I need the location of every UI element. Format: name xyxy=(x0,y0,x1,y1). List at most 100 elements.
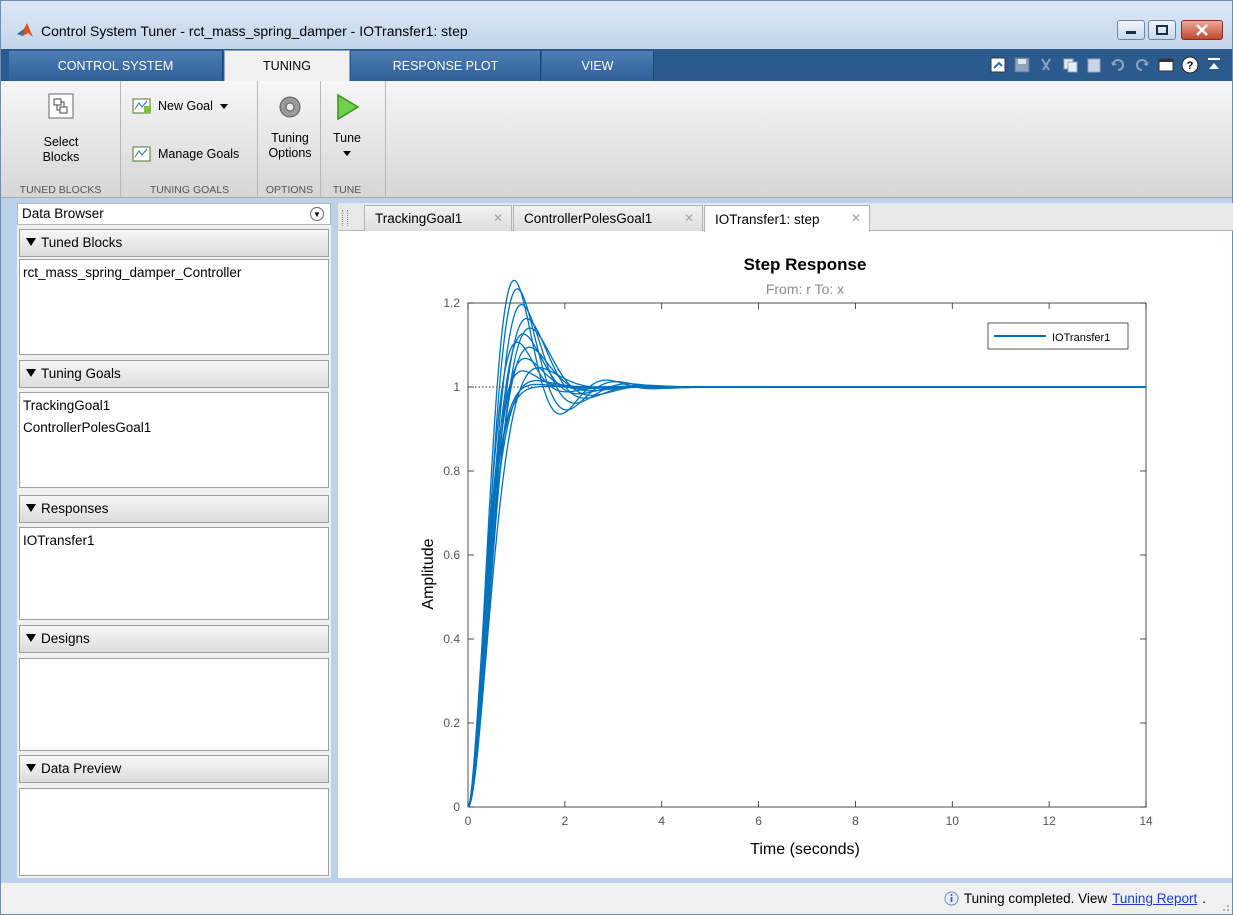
step-response-plot[interactable]: Step Response From: r To: x 0 2 4 6 8 10 12 140… xyxy=(338,231,1233,876)
tune-dropdown-icon xyxy=(343,151,351,156)
svg-text:?: ? xyxy=(1187,60,1194,72)
list-item[interactable]: IOTransfer1 xyxy=(23,530,325,552)
plot-subtitle: From: r To: x xyxy=(766,281,844,297)
help-icon[interactable]: ? xyxy=(1178,53,1202,77)
paste-icon[interactable] xyxy=(1082,53,1106,77)
x-tick-label: 2 xyxy=(562,814,569,828)
select-blocks-label-2: Blocks xyxy=(42,150,80,164)
redo-icon[interactable] xyxy=(1130,53,1154,77)
close-icon xyxy=(1196,24,1208,36)
section-responses[interactable]: Responses xyxy=(19,495,329,523)
browser-menu-icon[interactable]: ▼ xyxy=(310,207,324,221)
select-blocks-button[interactable]: Select Blocks xyxy=(21,93,101,165)
new-goal-button[interactable]: New Goal xyxy=(132,97,229,115)
tuning-options-label-1: Tuning xyxy=(271,131,309,145)
x-tick-label: 12 xyxy=(1042,814,1056,828)
close-button[interactable] xyxy=(1181,20,1223,40)
tab-control-system[interactable]: CONTROL SYSTEM xyxy=(9,51,223,81)
y-axis-label: Amplitude xyxy=(420,538,437,609)
doc-tab-label: ControllerPolesGoal1 xyxy=(524,211,653,226)
group-tuning-goals: New Goal Manage Goals TUNING GOALS xyxy=(122,81,258,198)
info-icon xyxy=(944,891,959,906)
doc-tab-trackinggoal1[interactable]: TrackingGoal1 ✕ xyxy=(364,205,512,231)
y-tick-label: 0.2 xyxy=(443,716,460,730)
x-tick-label: 8 xyxy=(852,814,859,828)
doc-tab-iotransfer1-step[interactable]: IOTransfer1: step ✕ xyxy=(704,205,870,232)
list-item[interactable]: rct_mass_spring_damper_Controller xyxy=(23,262,325,284)
status-message: Tuning completed. View Tuning Report. xyxy=(944,891,1206,906)
collapse-triangle-icon xyxy=(26,504,36,512)
layout-icon[interactable] xyxy=(1154,53,1178,77)
section-tuned-blocks[interactable]: Tuned Blocks xyxy=(19,229,329,257)
group-label-tune: TUNE xyxy=(332,184,362,196)
app-window: Control System Tuner - rct_mass_spring_d… xyxy=(0,0,1233,915)
doc-tab-controllerpolesgoal1[interactable]: ControllerPolesGoal1 ✕ xyxy=(513,205,703,231)
close-tab-icon[interactable]: ✕ xyxy=(851,211,861,225)
list-item[interactable]: TrackingGoal1 xyxy=(23,395,325,417)
tab-grip-icon xyxy=(342,210,348,226)
export-icon[interactable] xyxy=(986,53,1010,77)
document-area: TrackingGoal1 ✕ ControllerPolesGoal1 ✕ I… xyxy=(337,203,1233,878)
resize-grip-icon[interactable] xyxy=(1218,900,1230,912)
collapse-triangle-icon xyxy=(26,238,36,246)
y-tick-label: 1 xyxy=(453,380,460,394)
collapse-triangle-icon xyxy=(26,634,36,642)
tuning-report-link[interactable]: Tuning Report xyxy=(1112,891,1197,906)
plot-area xyxy=(467,302,1147,808)
section-tuning-goals[interactable]: Tuning Goals xyxy=(19,360,329,388)
list-item[interactable]: ControllerPolesGoal1 xyxy=(23,417,325,439)
x-axis-label: Time (seconds) xyxy=(750,841,860,858)
minimize-button[interactable] xyxy=(1117,20,1145,40)
collapse-triangle-icon xyxy=(26,764,36,772)
tune-button[interactable]: Tune xyxy=(322,93,372,161)
tune-label: Tune xyxy=(332,131,362,145)
cut-icon[interactable] xyxy=(1034,53,1058,77)
responses-list: IOTransfer1 xyxy=(19,527,329,620)
section-designs[interactable]: Designs xyxy=(19,625,329,653)
select-blocks-label-1: Select xyxy=(43,135,79,149)
maximize-button[interactable] xyxy=(1148,20,1176,40)
block-diagram-icon xyxy=(48,93,74,119)
save-icon[interactable] xyxy=(1010,53,1034,77)
close-tab-icon[interactable]: ✕ xyxy=(493,211,503,225)
x-tick-label: 14 xyxy=(1139,814,1153,828)
y-tick-label: 0.8 xyxy=(443,464,460,478)
tuning-options-button[interactable]: Tuning Options xyxy=(259,95,321,161)
plot-axes: 0 2 4 6 8 10 12 14 0 0.2 0.4 0.6 0.8 1 1.2 xyxy=(443,296,1153,828)
tuning-goals-list: TrackingGoal1 ControllerPolesGoal1 xyxy=(19,392,329,488)
section-data-preview-label: Data Preview xyxy=(41,761,122,776)
tab-tuning[interactable]: TUNING xyxy=(224,50,350,81)
section-designs-label: Designs xyxy=(41,631,90,646)
undo-icon[interactable] xyxy=(1106,53,1130,77)
x-tick-label: 0 xyxy=(465,814,472,828)
legend[interactable]: IOTransfer1 xyxy=(987,322,1129,350)
status-suffix: . xyxy=(1202,891,1206,906)
collapse-toolstrip-icon[interactable] xyxy=(1202,53,1226,77)
designs-list xyxy=(19,658,329,751)
manage-goals-icon xyxy=(132,146,151,162)
data-browser-title: Data Browser xyxy=(22,206,104,221)
manage-goals-label: Manage Goals xyxy=(158,147,240,161)
legend-entry: IOTransfer1 xyxy=(1052,332,1110,344)
close-tab-icon[interactable]: ✕ xyxy=(684,211,694,225)
x-tick-label: 10 xyxy=(946,814,960,828)
group-tuned-blocks: Select Blocks TUNED BLOCKS xyxy=(1,81,121,198)
section-tuning-goals-label: Tuning Goals xyxy=(41,366,121,381)
quick-access-toolbar: ? xyxy=(986,49,1232,81)
new-goal-label: New Goal xyxy=(158,99,213,113)
section-responses-label: Responses xyxy=(41,501,109,516)
tab-response-plot[interactable]: RESPONSE PLOT xyxy=(351,51,541,81)
gear-icon xyxy=(279,96,301,118)
matlab-logo-icon xyxy=(17,23,33,37)
tab-view[interactable]: VIEW xyxy=(542,51,654,81)
minimize-icon xyxy=(1126,31,1136,34)
copy-icon[interactable] xyxy=(1058,53,1082,77)
title-bar: Control System Tuner - rct_mass_spring_d… xyxy=(1,1,1232,49)
group-label-tuning-goals: TUNING GOALS xyxy=(149,184,230,196)
section-data-preview[interactable]: Data Preview xyxy=(19,755,329,783)
play-icon xyxy=(337,93,360,121)
status-bar: Tuning completed. View Tuning Report. xyxy=(1,883,1232,914)
x-tick-label: 6 xyxy=(755,814,762,828)
manage-goals-button[interactable]: Manage Goals xyxy=(132,145,239,163)
y-tick-label: 0.6 xyxy=(443,548,460,562)
